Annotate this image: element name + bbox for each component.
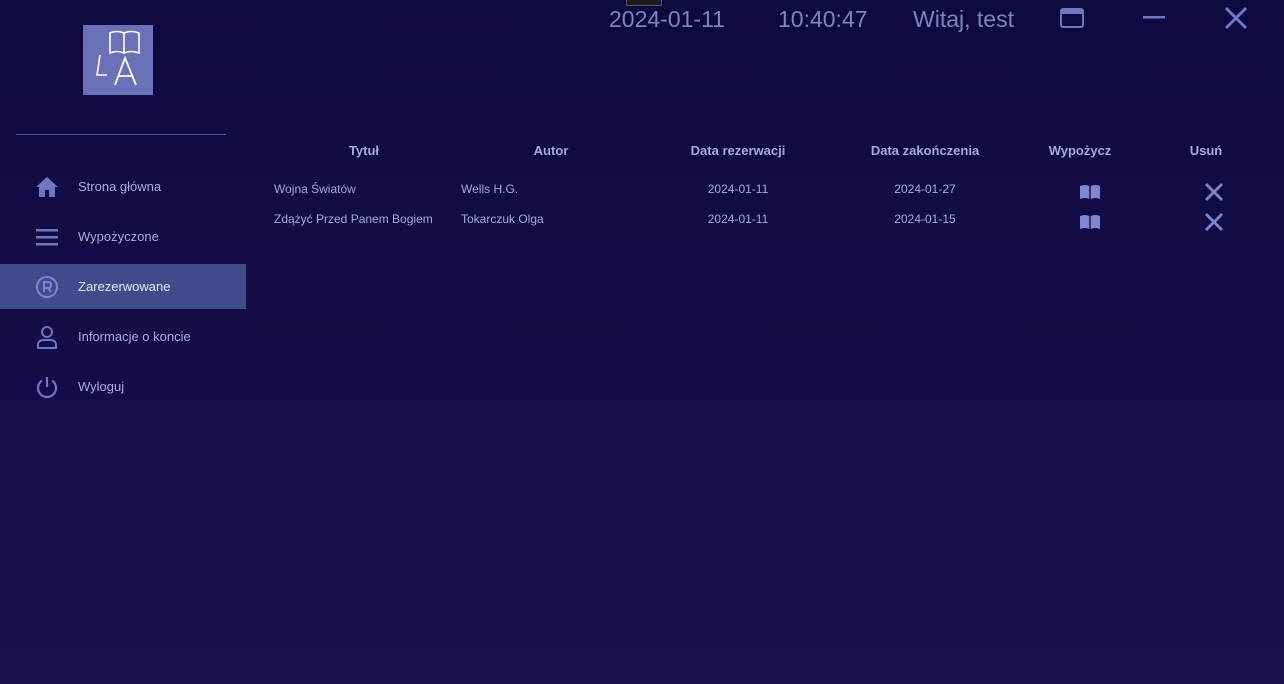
home-icon bbox=[34, 174, 60, 200]
registered-icon bbox=[34, 274, 60, 300]
column-header-author: Autor bbox=[533, 143, 569, 158]
minimize-icon bbox=[1143, 16, 1165, 19]
sidebar-nav: Strona główna Wypożyczone Zarezerwowane … bbox=[0, 164, 246, 414]
cell-end-date: 2024-01-27 bbox=[894, 182, 956, 196]
sidebar-item-label: Strona główna bbox=[78, 179, 162, 194]
current-time: 10:40:47 bbox=[778, 6, 868, 32]
cell-title: Zdążyć Przed Panem Bogiem bbox=[274, 212, 433, 226]
cell-end-date: 2024-01-15 bbox=[894, 212, 956, 226]
sidebar-item-label: Wypożyczone bbox=[78, 229, 159, 244]
delete-button[interactable] bbox=[1201, 181, 1227, 203]
cell-title: Wojna Światów bbox=[274, 182, 356, 196]
cell-author: Wells H.G. bbox=[461, 182, 519, 196]
borrow-button[interactable] bbox=[1076, 181, 1104, 203]
column-header-delete: Usuń bbox=[1189, 143, 1223, 158]
app-logo bbox=[83, 25, 153, 95]
sidebar-item-reserved[interactable]: Zarezerwowane bbox=[0, 264, 246, 309]
reservations-table: Tytuł Autor Data rezerwacji Data zakończ… bbox=[270, 140, 1260, 238]
close-icon bbox=[1224, 6, 1248, 30]
cell-reservation-date: 2024-01-11 bbox=[707, 182, 769, 196]
close-icon bbox=[1205, 213, 1223, 231]
menu-icon bbox=[34, 224, 60, 250]
sidebar-item-label: Zarezerwowane bbox=[78, 279, 171, 294]
close-button[interactable] bbox=[1222, 4, 1250, 32]
column-header-end-date: Data zakończenia bbox=[870, 143, 980, 158]
sidebar-item-logout[interactable]: Wyloguj bbox=[0, 364, 246, 409]
column-header-reservation-date: Data rezerwacji bbox=[690, 143, 786, 158]
current-date: 2024-01-11 bbox=[609, 6, 725, 32]
delete-button[interactable] bbox=[1201, 211, 1227, 233]
sidebar-item-account[interactable]: Informacje o koncie bbox=[0, 314, 246, 359]
window-icon bbox=[1060, 8, 1084, 28]
borrow-button[interactable] bbox=[1076, 211, 1104, 233]
table-row: Wojna Światów Wells H.G. 2024-01-11 2024… bbox=[270, 178, 1260, 208]
sidebar-item-borrowed[interactable]: Wypożyczone bbox=[0, 214, 246, 259]
sidebar-item-label: Wyloguj bbox=[78, 379, 125, 394]
column-header-borrow: Wypożycz bbox=[1048, 143, 1112, 158]
open-book-icon bbox=[1080, 185, 1100, 199]
sidebar-item-label: Informacje o koncie bbox=[78, 329, 191, 344]
user-icon bbox=[34, 324, 60, 350]
sidebar-divider bbox=[16, 134, 226, 135]
power-icon bbox=[34, 374, 60, 400]
minimize-button[interactable] bbox=[1140, 4, 1168, 32]
open-book-icon bbox=[1080, 215, 1100, 229]
cell-reservation-date: 2024-01-11 bbox=[707, 212, 769, 226]
cell-author: Tokarczuk Olga bbox=[461, 212, 544, 226]
table-header: Tytuł Autor Data rezerwacji Data zakończ… bbox=[270, 140, 1260, 178]
table-row: Zdążyć Przed Panem Bogiem Tokarczuk Olga… bbox=[270, 208, 1260, 238]
close-icon bbox=[1205, 183, 1223, 201]
sidebar-item-home[interactable]: Strona główna bbox=[0, 164, 246, 209]
column-header-title: Tytuł bbox=[348, 143, 380, 158]
greeting: Witaj, test bbox=[913, 6, 1014, 32]
maximize-button[interactable] bbox=[1058, 4, 1086, 32]
